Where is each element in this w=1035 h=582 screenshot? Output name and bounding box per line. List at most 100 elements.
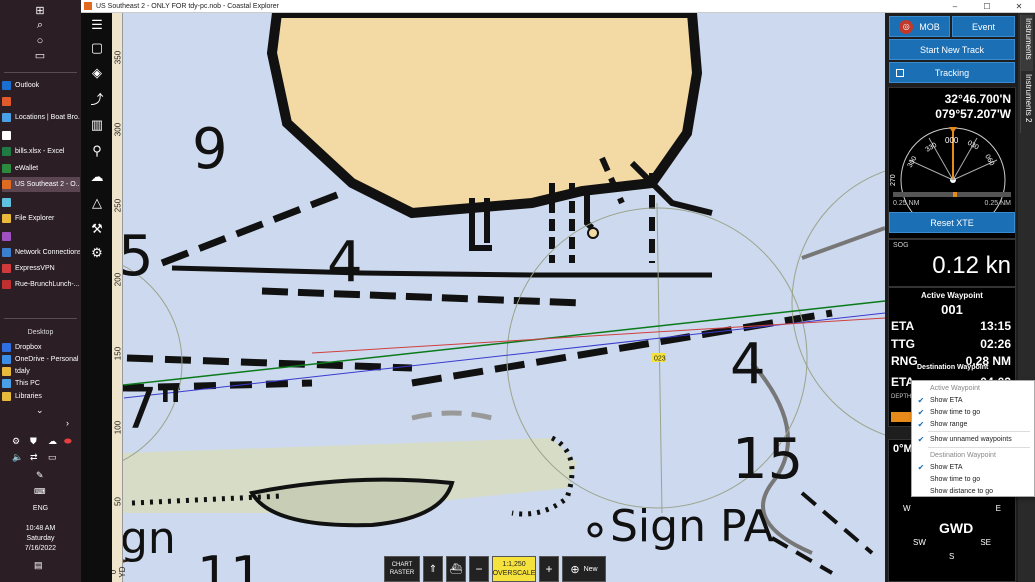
chart-type-button[interactable]: CHART RASTER	[384, 556, 420, 582]
windows-start-icon[interactable]: ⊞	[33, 4, 47, 18]
tab-instruments[interactable]: Instruments	[1020, 15, 1033, 71]
menu-item-show-distance[interactable]: Show distance to go	[912, 485, 1035, 497]
taskbar-app-item[interactable]: US Southeast 2 - O...	[2, 177, 80, 192]
menu-item-show-unnamed[interactable]: ✔ Show unnamed waypoints	[912, 433, 1035, 445]
keyboard-icon[interactable]: ⌨	[34, 487, 46, 496]
menu-icon[interactable]: ☰	[89, 17, 105, 33]
task-view-icon[interactable]: ▭	[33, 49, 47, 63]
gwd-label: GWD	[939, 520, 974, 536]
tray-app-icon[interactable]: ⚙	[12, 436, 20, 447]
window-title-bar[interactable]: US Southeast 2 - ONLY FOR tdy-pc.nob - C…	[81, 0, 1035, 13]
zoom-out-button[interactable]: −	[469, 556, 489, 582]
volume-icon[interactable]: 🔈	[12, 452, 23, 463]
ruler-label: 0 YD	[112, 566, 127, 578]
heading-value: 0°M	[893, 443, 913, 455]
notification-icon[interactable]: ▤	[34, 560, 43, 571]
clock-time[interactable]: 10:48 AM	[0, 524, 81, 534]
chevron-right-icon[interactable]: ›	[66, 418, 69, 428]
latitude: 32°46.700'N	[944, 92, 1011, 106]
north-up-icon[interactable]: ⇑	[423, 556, 443, 582]
desktop-toolbar-item[interactable]: Dropbox	[2, 341, 80, 353]
tracking-toggle[interactable]: Tracking	[889, 62, 1015, 83]
taskbar-app-item[interactable]	[2, 229, 80, 244]
nautical-chart[interactable]: 023 9 4 5 4 7" 15 11 Sign PA gn 350 300 …	[112, 13, 885, 582]
taskbar-app-label: bills.xlsx - Excel	[15, 148, 65, 155]
taskbar-app-item[interactable]	[2, 94, 80, 109]
battery-icon[interactable]: ▭	[48, 452, 57, 463]
cortana-icon[interactable]: ○	[33, 34, 47, 48]
reset-xte-button[interactable]: Reset XTE	[889, 212, 1015, 233]
clock-day[interactable]: Saturday	[0, 534, 81, 544]
sign-marker[interactable]	[587, 522, 603, 538]
chart-canvas[interactable]: 023 9 4 5 4 7" 15 11 Sign PA gn	[112, 13, 885, 582]
buoy-marker[interactable]	[587, 227, 599, 239]
depth-sounding: 7"	[122, 377, 183, 442]
taskbar-app-item[interactable]: Locations | Boat Bro...	[2, 110, 80, 125]
rng-label: RNG	[891, 354, 918, 368]
settings-gear-icon[interactable]: ⚙	[89, 245, 105, 261]
taskbar-app-item[interactable]: File Explorer	[2, 211, 80, 226]
boat-icon[interactable]: ⛴	[446, 556, 466, 582]
weather-icon[interactable]: ☁	[89, 169, 105, 185]
chevron-down-icon[interactable]: ⌄	[36, 405, 44, 416]
minimize-button[interactable]: –	[939, 2, 971, 11]
maximize-button[interactable]: ☐	[971, 2, 1003, 11]
menu-item-show-range[interactable]: ✔ Show range	[912, 418, 1035, 430]
depth-sounding: 4	[730, 332, 766, 397]
start-new-track-button[interactable]: Start New Track	[889, 39, 1015, 60]
search-icon[interactable]: ⌕	[33, 18, 47, 32]
tracking-label: Tracking	[934, 67, 970, 78]
depth-contour	[411, 309, 833, 387]
ruler-label: 300	[113, 122, 123, 137]
zoom-in-button[interactable]: +	[539, 556, 559, 582]
desktop-toolbar-item[interactable]: tdaly	[2, 365, 80, 377]
menu-item-show-time[interactable]: ✔ Show time to go	[912, 406, 1035, 418]
location-pin-icon[interactable]: ⚲	[89, 143, 105, 159]
taskbar-app-item[interactable]	[2, 128, 80, 143]
menu-item-show-eta-dest[interactable]: ✔ Show ETA	[912, 461, 1035, 473]
folder-icon	[2, 378, 11, 388]
language-indicator[interactable]: ENG	[0, 504, 81, 514]
taskbar-app-item[interactable]: eWallet	[2, 161, 80, 176]
taskbar-app-item[interactable]: bills.xlsx - Excel	[2, 144, 80, 159]
network-icon[interactable]: ⇄	[30, 452, 38, 463]
scale-display[interactable]: 1:1,250 OVERSCALE	[492, 556, 536, 582]
taskbar-app-item[interactable]: ExpressVPN	[2, 261, 80, 276]
compass-west: W	[903, 504, 911, 513]
taskbar-app-item[interactable]: Rue-BrunchLunch-...	[2, 277, 80, 292]
route-icon[interactable]: ⤴	[89, 92, 105, 108]
desktop-toolbar-item[interactable]: This PC	[2, 377, 80, 389]
triangle-icon[interactable]: △	[89, 195, 105, 211]
clock-date[interactable]: 7/16/2022	[0, 544, 81, 554]
app-icon	[2, 264, 11, 273]
taskbar-app-item[interactable]: Network Connections	[2, 245, 80, 260]
desktop-toolbar-label: Desktop	[27, 329, 54, 336]
new-button[interactable]: ⊕ New	[562, 556, 606, 582]
layers-icon[interactable]: ◈	[89, 65, 105, 81]
sog-label: SOG	[893, 242, 909, 249]
desktop-toolbar-item[interactable]: OneDrive - Personal	[2, 353, 80, 365]
menu-item-show-time-dest[interactable]: Show time to go	[912, 473, 1035, 485]
taskbar-app-item[interactable]: Outlook	[2, 78, 80, 93]
desktop-item-label: Dropbox	[15, 343, 42, 351]
depth-label: DEPTH	[891, 394, 912, 400]
menu-item-show-eta[interactable]: ✔ Show ETA	[912, 394, 1035, 406]
pen-icon[interactable]: ✎	[36, 470, 44, 481]
tools-icon[interactable]: ⚒	[89, 221, 105, 237]
tray-notify-icon[interactable]: ⬬	[64, 436, 72, 447]
xte-indicator	[953, 192, 957, 197]
tracking-checkbox[interactable]	[896, 69, 904, 77]
check-icon: ✔	[917, 462, 925, 472]
route-line-green[interactable]	[123, 300, 885, 386]
library-icon[interactable]: ▥	[89, 117, 105, 133]
close-button[interactable]: ✕	[1003, 2, 1035, 11]
event-button[interactable]: Event	[952, 16, 1015, 37]
eta-label: ETA	[891, 319, 915, 333]
tray-security-icon[interactable]: ⛊	[30, 436, 37, 447]
window-icon[interactable]: ▢	[89, 40, 105, 56]
desktop-toolbar-item[interactable]: Libraries	[2, 390, 80, 402]
taskbar-app-item[interactable]	[2, 195, 80, 210]
mob-button[interactable]: ◎ MOB	[889, 16, 950, 37]
tray-cloud-icon[interactable]: ☁	[48, 436, 57, 447]
tab-instruments-2[interactable]: Instruments 2	[1020, 71, 1033, 133]
